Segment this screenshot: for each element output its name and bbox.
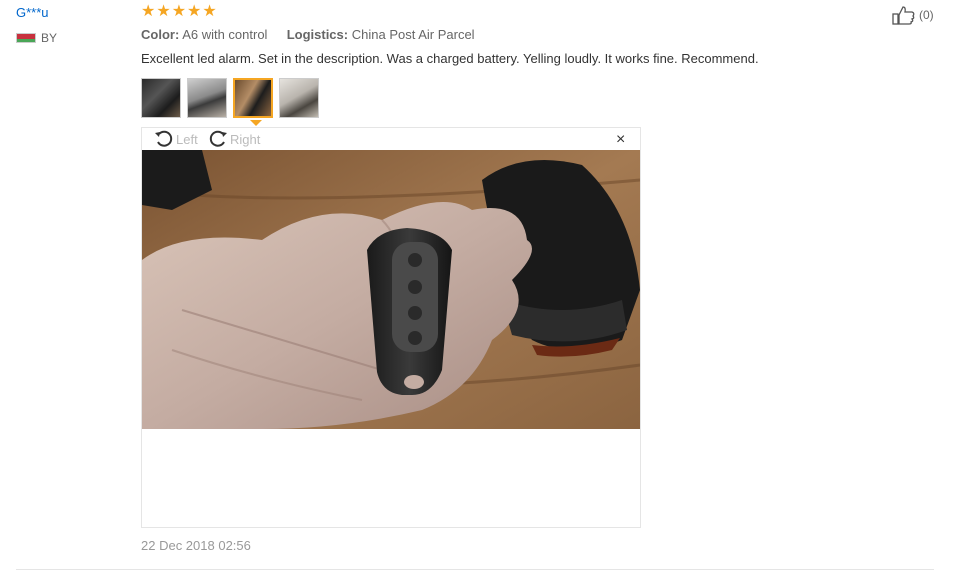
color-value: A6 with control [182, 27, 268, 42]
order-info: Color: A6 with control Logistics: China … [141, 27, 475, 42]
star-icon: ★ [187, 3, 202, 20]
review-photo [142, 150, 640, 429]
hand-holding-key-fob-image [142, 150, 640, 429]
reviewer-country: BY [16, 31, 57, 45]
star-icon: ★ [171, 3, 187, 20]
star-icon: ★ [156, 3, 171, 20]
review-divider [16, 569, 934, 570]
active-thumbnail-pointer [250, 120, 262, 126]
photo-viewer: Left Right × [141, 127, 641, 528]
rotate-right-button[interactable]: Right [208, 130, 260, 148]
photo-thumbnail-active[interactable] [233, 78, 273, 118]
rotate-right-label: Right [230, 131, 261, 147]
rotate-left-icon [155, 130, 173, 147]
review-text: Excellent led alarm. Set in the descript… [141, 51, 759, 66]
photo-thumbnail[interactable] [279, 78, 319, 118]
reviewer-name[interactable]: G***u [16, 5, 49, 20]
star-icon: ★ [141, 3, 156, 20]
color-label: Color: [141, 27, 180, 42]
rating-stars: ★ ★ ★ ★ ★ [141, 3, 217, 21]
belarus-flag-icon [16, 33, 36, 43]
logistics-value: China Post Air Parcel [351, 27, 475, 42]
review-date: 22 Dec 2018 02:56 [141, 538, 251, 553]
helpful-button[interactable]: (0) [892, 5, 934, 25]
rotate-right-icon [209, 130, 227, 147]
logistics-label: Logistics: [286, 27, 349, 42]
thumbs-up-icon [892, 6, 915, 25]
helpful-count: (0) [919, 8, 934, 22]
country-code: BY [41, 31, 58, 45]
close-viewer-button[interactable]: × [616, 132, 625, 148]
photo-thumbnail[interactable] [187, 78, 227, 118]
photo-thumbnail[interactable] [141, 78, 181, 118]
rotate-left-label: Left [176, 131, 198, 147]
star-icon: ★ [202, 3, 217, 20]
photo-thumbnails [141, 78, 319, 118]
rotate-left-button[interactable]: Left [154, 130, 198, 148]
